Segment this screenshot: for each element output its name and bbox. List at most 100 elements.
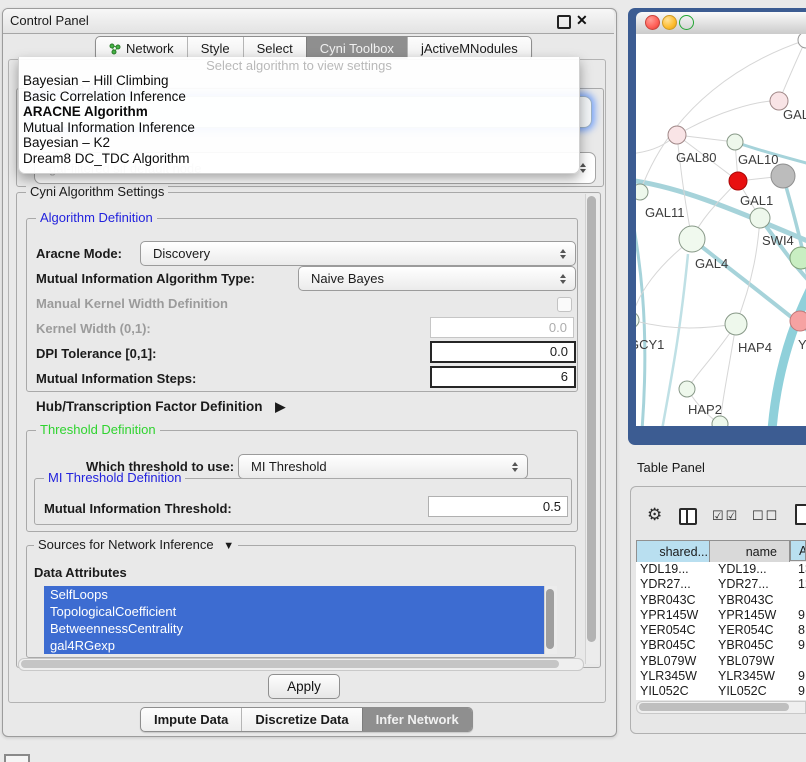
cell-value: 12 [798, 577, 806, 592]
cell-shared-name: YLR345W [640, 669, 697, 684]
dropdown-item[interactable]: Dream8 DC_TDC Algorithm [19, 151, 579, 167]
tab-infer-network[interactable]: Infer Network [362, 708, 472, 731]
float-window-icon[interactable] [557, 15, 571, 29]
dropdown-item[interactable]: Bayesian – K2 [19, 135, 579, 151]
node-label: Y [798, 337, 806, 352]
network-node[interactable] [712, 416, 728, 426]
network-node-gcy1[interactable] [636, 312, 639, 328]
table-panel-title: Table Panel [637, 460, 705, 475]
attribute-item-selected[interactable]: TopologicalCoefficient [44, 603, 544, 620]
settings-hscrollbar-thumb[interactable] [21, 660, 559, 668]
aracne-mode-value: Discovery [141, 246, 210, 261]
tab-discretize-data[interactable]: Discretize Data [241, 708, 361, 731]
tab-infer-network-label: Infer Network [376, 708, 459, 731]
network-node-hap2[interactable] [679, 381, 695, 397]
mac-close-icon[interactable] [645, 15, 660, 30]
cell-shared-name: YDL19... [640, 562, 689, 577]
network-view[interactable]: GAL GAL80 GAL10 GAL1 GAL11 SWI4 GAL4 GCY… [636, 34, 806, 426]
expanded-arrow-icon[interactable]: ▼ [223, 540, 234, 552]
sources-group-title[interactable]: Sources for Network Inference ▼ [34, 538, 238, 553]
network-node[interactable] [790, 247, 806, 269]
column-header-label: A [799, 544, 806, 558]
combo-stepper-icon [580, 163, 586, 173]
collapsed-arrow-icon[interactable]: ▶ [275, 399, 285, 414]
mi-threshold-field[interactable]: 0.5 [428, 496, 568, 517]
cell-shared-name: YDR27... [640, 577, 691, 592]
mi-threshold-label: Mutual Information Threshold: [44, 501, 232, 516]
table-row[interactable]: YBR043C YBR043C [636, 593, 806, 608]
attributes-list-scrollbar-thumb[interactable] [546, 589, 554, 649]
attribute-item-selected[interactable]: BetweennessCentrality [44, 620, 544, 637]
cell-value: 13 [798, 562, 806, 577]
document-icon[interactable] [795, 504, 806, 525]
table-hscrollbar-thumb[interactable] [639, 703, 789, 711]
mi-type-value: Naive Bayes [299, 271, 384, 286]
dropdown-item[interactable]: Basic Correlation Inference [19, 89, 579, 105]
mac-zoom-icon[interactable] [679, 15, 694, 30]
node-label-gal10: GAL10 [738, 152, 778, 167]
table-row[interactable]: YER054C YER054C 8. [636, 623, 806, 638]
column-header-shared-name[interactable]: shared... [636, 540, 717, 563]
cell-name: YBR045C [718, 638, 774, 653]
data-attributes-list: SelfLoops TopologicalCoefficient Between… [44, 586, 544, 654]
network-node-gal80[interactable] [668, 126, 686, 144]
manual-kernel-checkbox[interactable] [557, 297, 572, 312]
dropdown-item[interactable]: Mutual Information Inference [19, 120, 579, 136]
table-row[interactable]: YBR045C YBR045C 9. [636, 638, 806, 653]
attribute-item-selected[interactable]: gal4RGexp [44, 637, 544, 654]
table-row[interactable]: YLR345W YLR345W 9. [636, 669, 806, 684]
tab-impute-data[interactable]: Impute Data [141, 708, 241, 731]
network-node-gal11[interactable] [636, 184, 648, 200]
screen: Control Panel ✕ Network Style Select Cyn… [0, 0, 806, 762]
aracne-mode-combobox[interactable]: Discovery [140, 241, 576, 266]
table-row[interactable]: YBL079W YBL079W [636, 654, 806, 669]
table-body: YDL19... YDL19... 13 YDR27... YDR27... 1… [636, 562, 806, 700]
control-panel-titlebar[interactable] [3, 9, 614, 34]
network-node-gal4[interactable] [679, 226, 705, 252]
select-all-checkboxes-icon[interactable]: ☑☑ [712, 508, 739, 524]
apply-button[interactable]: Apply [268, 674, 340, 699]
network-node-gray[interactable] [771, 164, 795, 188]
network-node-red-selected[interactable] [729, 172, 747, 190]
network-node[interactable] [798, 34, 806, 48]
gear-icon[interactable]: ⚙ [647, 506, 662, 524]
kernel-width-field[interactable]: 0.0 [430, 317, 574, 338]
dropdown-item[interactable]: Bayesian – Hill Climbing [19, 73, 579, 89]
network-node-gal1[interactable] [750, 208, 770, 228]
column-header-partial[interactable]: A [790, 540, 806, 561]
dropdown-item-selected[interactable]: ARACNE Algorithm [19, 104, 579, 120]
clipped-bottom-icon[interactable] [4, 754, 30, 762]
node-label-gal4: GAL4 [695, 256, 728, 271]
table-row[interactable]: YDL19... YDL19... 13 [636, 562, 806, 577]
table-row[interactable]: YPR145W YPR145W 9. [636, 608, 806, 623]
algorithm-dropdown-popup: Select algorithm to view settings Bayesi… [18, 57, 580, 174]
cell-value: 9 [798, 684, 805, 699]
cyni-algorithm-settings-title: Cyni Algorithm Settings [26, 185, 168, 199]
table-row[interactable]: YIL052C YIL052C 9 [636, 684, 806, 699]
close-icon[interactable]: ✕ [576, 12, 588, 29]
dpi-tolerance-field[interactable]: 0.0 [430, 341, 576, 363]
column-layout-icon[interactable] [679, 508, 697, 525]
which-threshold-value: MI Threshold [239, 459, 327, 474]
mi-type-label: Mutual Information Algorithm Type: [36, 271, 255, 286]
sources-title-label: Sources for Network Inference [38, 537, 214, 552]
mi-type-combobox[interactable]: Naive Bayes [298, 266, 576, 291]
table-row[interactable]: YDR27... YDR27... 12 [636, 577, 806, 592]
which-threshold-combobox[interactable]: MI Threshold [238, 454, 528, 479]
attribute-item-selected[interactable]: SelfLoops [44, 586, 544, 603]
mac-minimize-icon[interactable] [662, 15, 677, 30]
network-node-pink[interactable] [790, 311, 806, 331]
bottom-tab-bar: Impute Data Discretize Data Infer Networ… [140, 707, 473, 732]
cell-name: YDL19... [718, 562, 767, 577]
column-header-name[interactable]: name [709, 540, 790, 563]
cell-shared-name: YBL079W [640, 654, 696, 669]
combo-stepper-icon [560, 249, 566, 259]
mi-steps-field[interactable]: 6 [430, 366, 576, 388]
cell-name: YBL079W [718, 654, 774, 669]
settings-scrollbar-thumb[interactable] [587, 196, 596, 642]
network-node-hap4[interactable] [725, 313, 747, 335]
network-node-gal10[interactable] [727, 134, 743, 150]
cell-value: 9. [798, 669, 806, 684]
deselect-all-checkboxes-icon[interactable]: ☐☐ [752, 508, 779, 524]
hub-definition-section[interactable]: Hub/Transcription Factor Definition ▶ [36, 399, 285, 415]
